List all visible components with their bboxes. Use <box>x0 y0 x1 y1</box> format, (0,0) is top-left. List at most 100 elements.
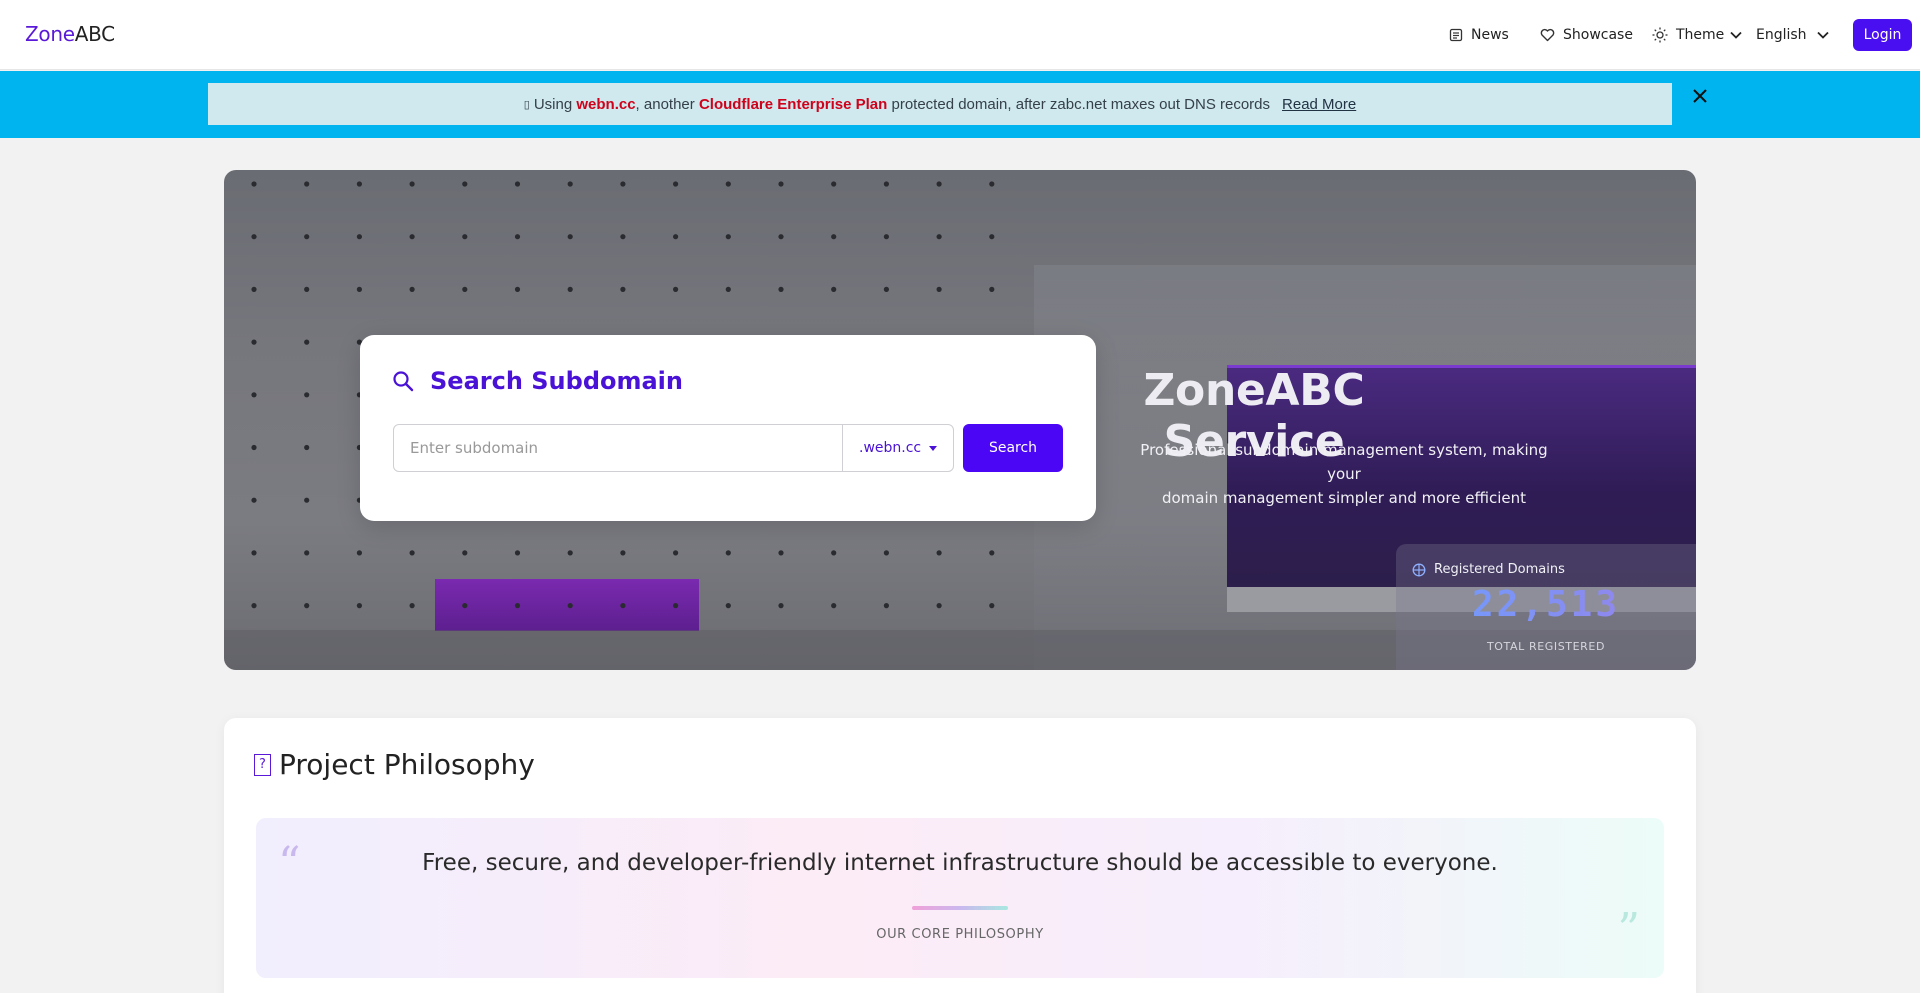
grid-dot <box>251 444 257 451</box>
close-quote-icon: ” <box>1617 904 1641 955</box>
search-card: Search Subdomain Enter subdomain .webn.c… <box>360 335 1096 521</box>
grid-dot <box>356 550 362 556</box>
grid-dot <box>620 234 626 240</box>
chevron-down-icon <box>1730 31 1742 39</box>
grid-dot <box>778 234 784 240</box>
hero-subtitle-line-1: Professional subdomain management system… <box>1140 441 1548 483</box>
grid-dot <box>831 603 837 609</box>
grid-dot <box>673 234 679 240</box>
grid-dot <box>936 181 942 187</box>
hero-subtitle-line-2: domain management simpler and more effic… <box>1161 489 1526 507</box>
search-icon <box>393 371 414 392</box>
stats-label: Registered Domains <box>1412 562 1565 577</box>
nav-showcase[interactable]: Showcase <box>1540 24 1633 46</box>
grid-dot <box>936 550 942 556</box>
grid-dot <box>620 603 626 609</box>
grid-dot <box>514 234 521 240</box>
banner-icon: ▯ <box>523 98 530 111</box>
grid-dot <box>620 286 626 292</box>
grid-dot <box>567 550 573 556</box>
banner-text-3: protected domain, after zabc.net maxes o… <box>887 95 1271 113</box>
grid-dot <box>620 550 626 556</box>
grid-dot <box>673 550 679 556</box>
grid-dot <box>462 234 468 240</box>
grid-dot <box>409 286 415 292</box>
grid-dot <box>936 234 942 240</box>
chevron-down-icon <box>1816 31 1829 39</box>
banner-domain: webn.cc <box>576 95 636 113</box>
grid-dot <box>409 603 415 609</box>
grid-dot <box>462 181 468 187</box>
grid-dot <box>673 181 679 187</box>
language-label: English <box>1756 27 1807 43</box>
grid-dot <box>567 181 573 187</box>
theme-label: Theme <box>1676 27 1725 43</box>
grid-dot <box>883 550 890 556</box>
announcement-message: ▯ Using webn.cc , another Cloudflare Ent… <box>208 83 1672 125</box>
grid-dot <box>567 603 573 609</box>
grid-dot <box>725 286 731 292</box>
theme-dropdown[interactable]: Theme <box>1652 24 1742 46</box>
grid-dot <box>831 181 837 187</box>
grid-dot <box>989 286 995 292</box>
philosophy-caption: OUR CORE PHILOSOPHY <box>876 927 1044 942</box>
grid-dot <box>989 181 995 187</box>
newspaper-icon <box>1449 28 1463 42</box>
hero-subtitle: Professional subdomain management system… <box>1134 438 1554 510</box>
stats-label-text: Registered Domains <box>1434 562 1565 577</box>
grid-dot <box>514 286 521 292</box>
grid-dot <box>409 234 415 240</box>
subdomain-input[interactable]: Enter subdomain <box>393 424 843 472</box>
registered-domains-card: Registered Domains 22,513 TOTAL REGISTER… <box>1396 544 1696 670</box>
hero-section: Search Subdomain Enter subdomain .webn.c… <box>224 170 1696 670</box>
login-button[interactable]: Login <box>1853 19 1912 51</box>
search-button[interactable]: Search <box>963 424 1063 472</box>
philosophy-quote-box: “ Free, secure, and developer-friendly i… <box>256 818 1664 978</box>
banner-text-2: , another <box>635 95 699 113</box>
logo-abc: ABC <box>74 22 115 46</box>
grid-dot <box>304 392 310 398</box>
grid-dot <box>409 181 415 187</box>
top-header: ZoneABC News Showcase Theme English Logi… <box>0 0 1920 70</box>
search-title-label: Search Subdomain <box>430 367 683 395</box>
grid-dot <box>831 234 837 240</box>
domain-select-value: .webn.cc <box>859 440 922 456</box>
grid-dot <box>462 550 468 556</box>
nav-news[interactable]: News <box>1449 24 1509 46</box>
grid-dot <box>936 286 942 292</box>
subdomain-input-placeholder: Enter subdomain <box>410 439 539 457</box>
grid-dot <box>251 550 257 556</box>
grid-dot <box>778 550 784 556</box>
stats-caption: TOTAL REGISTERED <box>1486 640 1606 653</box>
search-card-title: Search Subdomain <box>392 367 683 395</box>
grid-dot <box>304 603 310 609</box>
grid-dot <box>725 234 731 240</box>
grid-dot <box>883 603 890 609</box>
grid-dot <box>567 234 573 240</box>
sun-icon <box>1652 27 1668 43</box>
caret-down-icon <box>929 446 937 451</box>
grid-dot <box>883 234 890 240</box>
question-icon: ? <box>254 753 271 776</box>
philosophy-title: Project Philosophy <box>279 748 535 781</box>
grid-dot <box>356 234 362 240</box>
grid-dot <box>725 550 731 556</box>
logo-zone: Zone <box>25 22 75 46</box>
read-more-link[interactable]: Read More <box>1282 96 1356 113</box>
grid-dot <box>620 181 626 187</box>
close-icon[interactable] <box>1688 84 1712 108</box>
nav-news-label: News <box>1471 27 1509 43</box>
philosophy-section: ? Project Philosophy “ Free, secure, and… <box>224 718 1696 993</box>
nav-showcase-label: Showcase <box>1563 27 1633 43</box>
grid-dot <box>514 603 521 609</box>
grid-dot <box>831 286 837 292</box>
grid-dot <box>304 444 310 451</box>
logo[interactable]: ZoneABC <box>25 22 115 46</box>
philosophy-heading: ? Project Philosophy <box>254 748 535 781</box>
grid-dot <box>409 550 415 556</box>
domain-select[interactable]: .webn.cc <box>842 424 954 472</box>
grid-dot <box>304 339 310 345</box>
language-dropdown[interactable]: English <box>1756 24 1829 46</box>
grid-dot <box>883 181 890 187</box>
grid-dot <box>304 550 310 556</box>
